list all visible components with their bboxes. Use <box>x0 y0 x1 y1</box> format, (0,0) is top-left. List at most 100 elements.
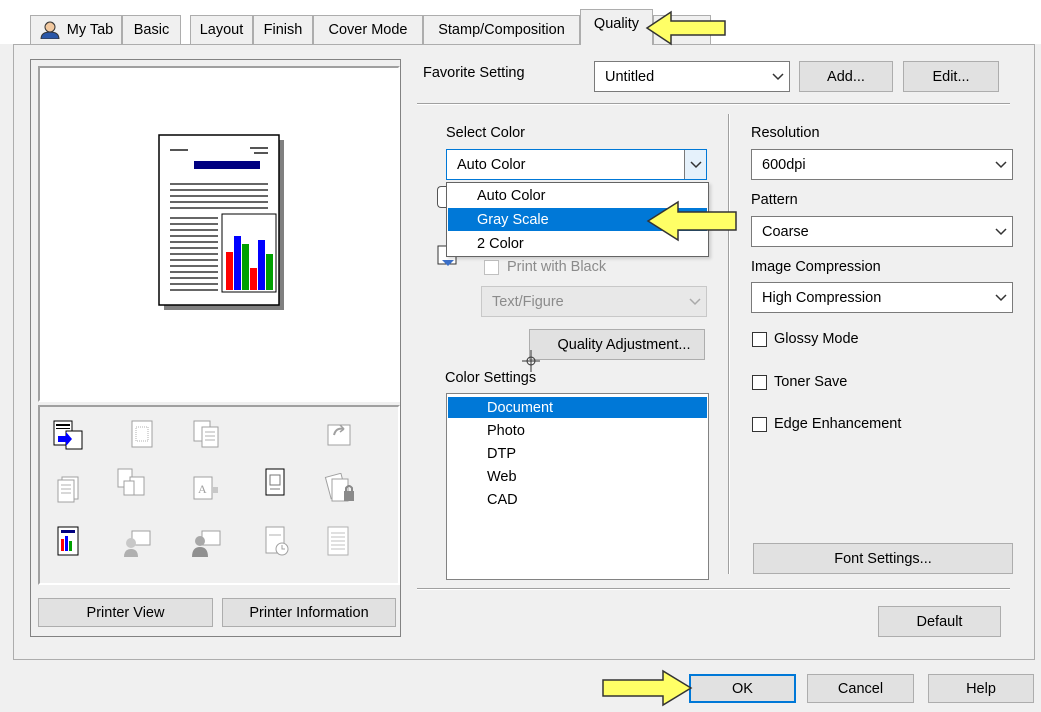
tab-label: Finish <box>263 22 303 38</box>
callout-arrow-left <box>645 10 726 46</box>
lined-page-icon <box>327 526 349 556</box>
color-settings-label: Color Settings <box>445 370 537 386</box>
button-label: Cancel <box>837 680 884 697</box>
dropdown-value: Text/Figure <box>492 293 564 310</box>
quality-adjustment-button[interactable]: Quality Adjustment... <box>529 329 705 360</box>
button-label: Edit... <box>932 68 970 85</box>
page-preview <box>38 66 400 402</box>
document-preview-icon <box>158 134 284 310</box>
button-label: Help <box>966 680 996 697</box>
tab-quality[interactable]: Quality <box>580 9 653 45</box>
tab-stamp-composition[interactable]: Stamp/Composition <box>423 15 580 44</box>
list-item-label: Web <box>487 468 517 485</box>
color-chart-doc-icon <box>57 526 79 556</box>
select-color-dropdown[interactable]: Auto Color <box>446 149 707 180</box>
option-label: 2 Color <box>477 235 524 252</box>
glossy-mode-checkbox[interactable] <box>752 332 767 347</box>
chevron-down-icon <box>994 291 1008 305</box>
tab-finish[interactable]: Finish <box>253 15 313 44</box>
callout-arrow-right <box>602 669 693 707</box>
favorite-setting-label: Favorite Setting <box>423 65 525 81</box>
image-compression-dropdown[interactable]: High Compression <box>751 282 1013 313</box>
secure-print-icon <box>324 473 354 502</box>
svg-text:A: A <box>198 482 207 496</box>
user-icon <box>40 21 60 39</box>
pattern-label: Pattern <box>751 192 798 208</box>
watermark-page-icon <box>265 468 285 496</box>
favorite-edit-button[interactable]: Edit... <box>903 61 999 92</box>
chevron-down-icon <box>994 225 1008 239</box>
function-icon-grid: A <box>38 405 400 585</box>
callout-arrow-left <box>646 200 737 242</box>
text-figure-dropdown[interactable]: Text/Figure <box>481 286 707 317</box>
print-with-black-checkbox[interactable] <box>484 260 499 275</box>
edge-enhancement-label: Edge Enhancement <box>774 416 902 432</box>
printer-information-button[interactable]: Printer Information <box>222 598 396 627</box>
dropdown-value: Auto Color <box>457 156 526 173</box>
list-item-label: DTP <box>487 445 516 462</box>
button-label: Printer Information <box>249 604 369 621</box>
favorite-add-button[interactable]: Add... <box>799 61 893 92</box>
button-label: Default <box>916 613 963 630</box>
person-group-icon <box>192 530 221 557</box>
separator <box>417 103 1010 105</box>
chevron-down-icon <box>771 70 785 84</box>
list-item-label: Photo <box>487 422 525 439</box>
ok-button[interactable]: OK <box>689 674 796 703</box>
person-card-icon <box>124 530 151 557</box>
printer-queue-icon <box>53 420 83 450</box>
stacked-pages-icon <box>57 476 79 503</box>
edge-enhancement-checkbox[interactable] <box>752 417 767 432</box>
dropdown-value: 600dpi <box>762 156 806 173</box>
tab-my-tab[interactable]: My Tab <box>30 15 122 44</box>
tab-cover-mode[interactable]: Cover Mode <box>313 15 423 44</box>
list-item-cad[interactable]: CAD <box>448 489 707 510</box>
option-label: Gray Scale <box>477 211 549 228</box>
image-compression-label: Image Compression <box>751 259 881 275</box>
pattern-dropdown[interactable]: Coarse <box>751 216 1013 247</box>
printer-view-button[interactable]: Printer View <box>38 598 213 627</box>
list-item-document[interactable]: Document <box>448 397 707 418</box>
button-label: Printer View <box>86 604 165 621</box>
default-button[interactable]: Default <box>878 606 1001 637</box>
tab-basic[interactable]: Basic <box>122 15 181 44</box>
multi-page-layout-icon <box>117 468 145 496</box>
tab-label: My Tab <box>66 22 114 38</box>
resolution-dropdown[interactable]: 600dpi <box>751 149 1013 180</box>
list-item-web[interactable]: Web <box>448 466 707 487</box>
stamp-text-icon: A <box>193 476 218 500</box>
print-with-black-label: Print with Black <box>507 259 607 275</box>
column-separator <box>728 114 730 574</box>
list-item-label: CAD <box>487 491 518 508</box>
copy-pages-icon <box>193 420 219 448</box>
resolution-label: Resolution <box>751 125 820 141</box>
list-item-dtp[interactable]: DTP <box>448 443 707 464</box>
tab-label: Stamp/Composition <box>438 22 565 38</box>
separator <box>417 588 1010 590</box>
button-label: Font Settings... <box>834 550 932 567</box>
dropdown-value: Untitled <box>605 68 655 85</box>
rotate-page-icon <box>327 424 351 446</box>
font-settings-button[interactable]: Font Settings... <box>753 543 1013 574</box>
scheduled-doc-icon <box>265 526 289 556</box>
list-item-label: Document <box>487 399 554 416</box>
dropdown-value: Coarse <box>762 223 809 240</box>
option-label: Auto Color <box>477 187 546 204</box>
color-settings-list[interactable]: Document Photo DTP Web CAD <box>446 393 709 580</box>
select-color-label: Select Color <box>446 125 525 141</box>
glossy-mode-label: Glossy Mode <box>774 331 859 347</box>
list-item-photo[interactable]: Photo <box>448 420 707 441</box>
dotted-page-icon <box>131 420 153 448</box>
chevron-down-icon <box>684 150 706 179</box>
button-label: OK <box>732 680 753 697</box>
tab-label: Quality <box>593 15 640 32</box>
favorite-setting-dropdown[interactable]: Untitled <box>594 61 790 92</box>
chevron-down-icon <box>688 295 702 309</box>
tab-layout[interactable]: Layout <box>190 15 253 44</box>
help-button[interactable]: Help <box>928 674 1034 703</box>
tab-label: Basic <box>133 22 170 38</box>
tab-label: Cover Mode <box>328 22 408 38</box>
crosshair-cursor-icon <box>522 350 540 372</box>
toner-save-checkbox[interactable] <box>752 375 767 390</box>
cancel-button[interactable]: Cancel <box>807 674 914 703</box>
